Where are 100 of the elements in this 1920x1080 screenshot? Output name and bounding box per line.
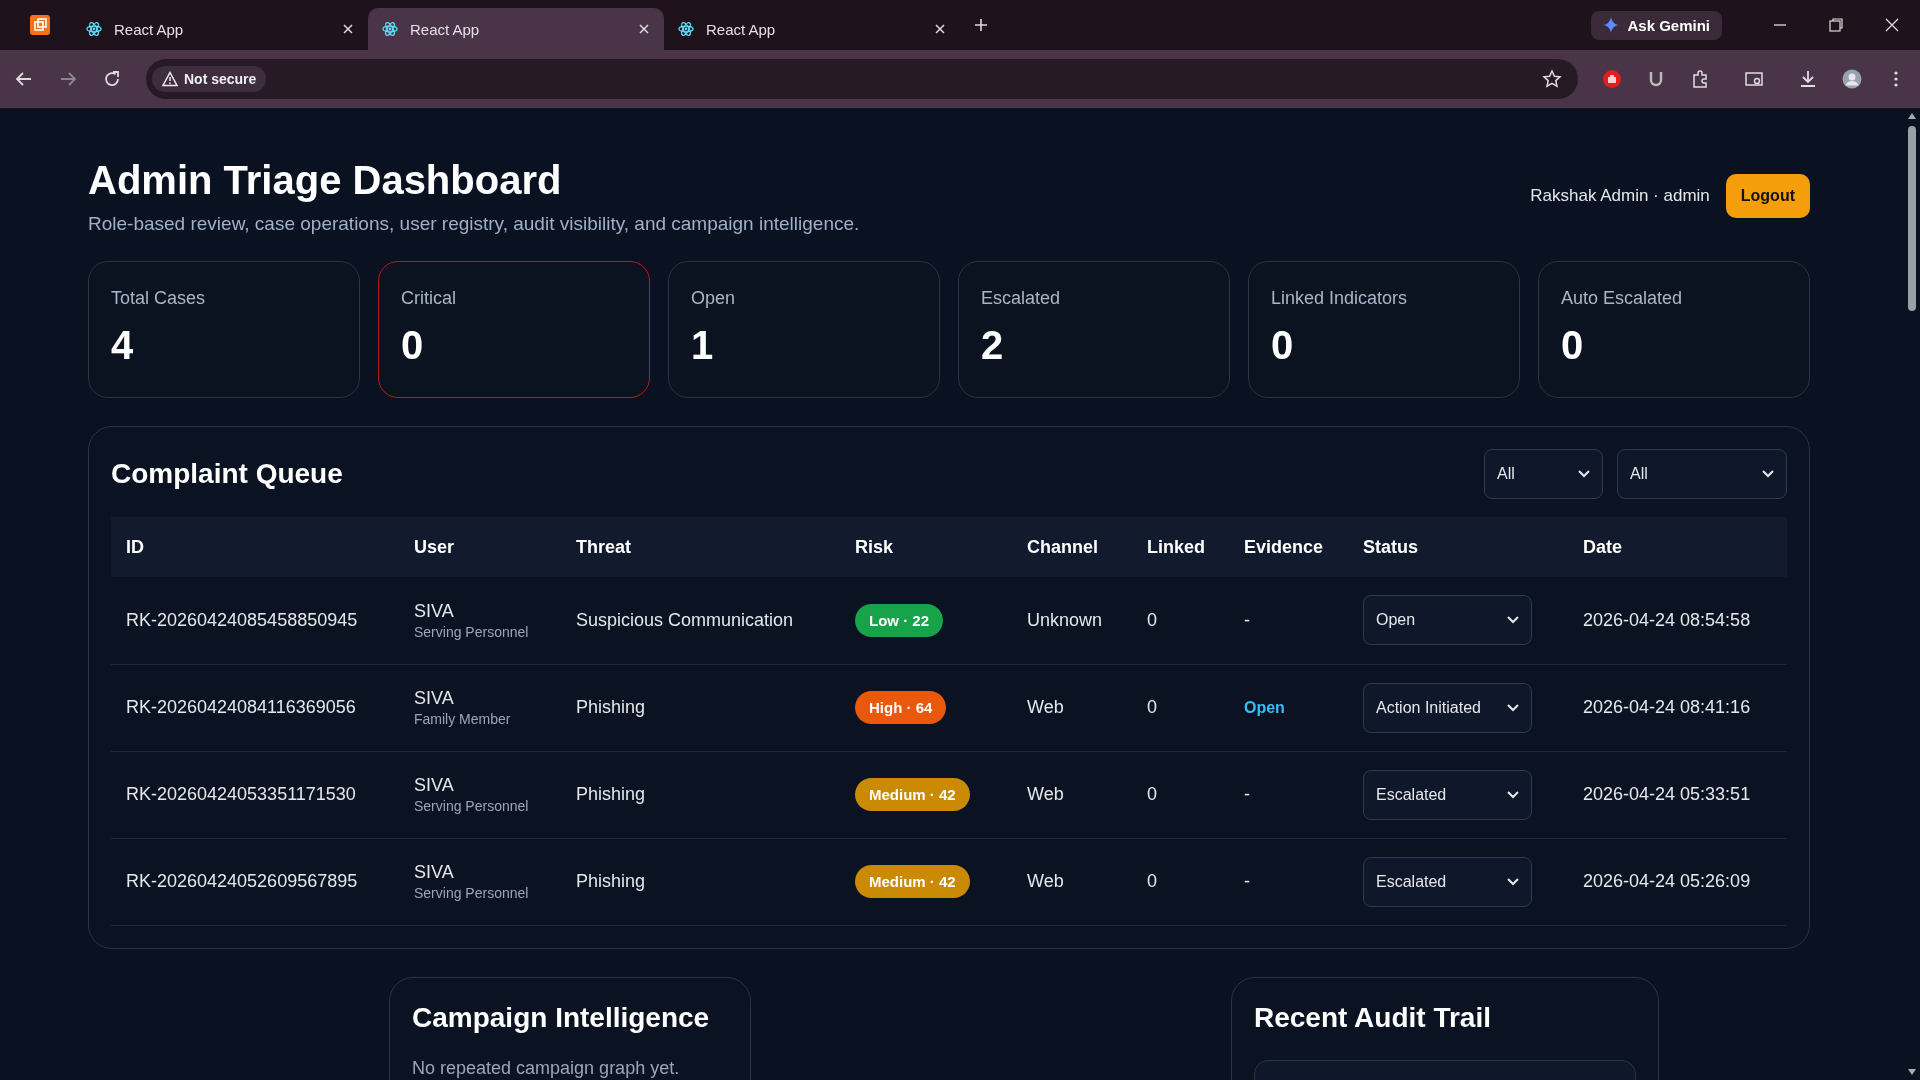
table-cell: Unknown [1012,577,1132,664]
security-chip[interactable]: Not secure [152,65,267,92]
table-cell: RK-20260424084116369056 [111,664,399,751]
evidence-text: - [1244,609,1250,630]
stat-value: 0 [401,323,425,368]
user-name: SIVA [414,688,455,709]
close-icon[interactable] [342,23,354,35]
risk-badge: High · 64 [855,691,947,724]
app-icon[interactable] [30,15,50,35]
stat-label: Auto Escalated [1561,288,1684,309]
caret-icon [1762,470,1774,478]
user-name: SIVA [414,600,455,622]
section-title: Campaign Intelligence [412,1001,711,1034]
stat-value: 4 [111,323,135,368]
column-header: User [399,517,561,577]
stat-value: 2 [981,323,1005,368]
risk-badge: Low · 22 [855,603,943,637]
table-cell: 2026-04-24 08:41:16 [1568,664,1787,751]
caret-icon [1507,877,1519,886]
evidence-link[interactable]: Open [1244,699,1285,716]
download-icon[interactable] [1798,68,1818,89]
risk-badge: Medium · 42 [855,865,970,898]
table-cell: 0 [1132,751,1229,838]
stat-value: 0 [1271,323,1295,368]
plus-icon[interactable] [974,18,988,32]
column-header: Channel [1012,517,1132,577]
risk-badge: Medium · 42 [855,778,970,811]
close-icon[interactable] [638,23,650,35]
table-cell: Web [1012,664,1132,751]
close-icon[interactable] [934,23,946,35]
status-dropdown[interactable]: Escalated [1363,769,1532,820]
browser-tab[interactable]: React App [664,8,960,50]
table-cell: RK-20260424053351171530 [111,751,399,838]
table-cell: RK-20260424052609567895 [111,838,399,925]
user-role: Serving Personnel [414,885,530,901]
react-icon [382,21,398,37]
table-cell: Phishing [561,751,840,838]
sparkle-icon [1603,17,1620,33]
stat-value: 0 [1561,323,1585,368]
scroll-down-icon[interactable] [1907,1068,1917,1076]
warning-icon [162,70,178,87]
avatar-icon[interactable] [1842,68,1862,89]
caret-icon [1507,790,1519,799]
table-cell: 0 [1132,664,1229,751]
logout-button[interactable]: Logout [1725,174,1810,218]
column-header: Threat [561,517,840,577]
react-icon [678,21,694,37]
section-title: Recent Audit Trail [1254,1001,1492,1034]
empty-message: No repeated campaign graph yet. [412,1057,681,1079]
table-cell: Phishing [561,838,840,925]
close-icon[interactable] [1885,18,1899,32]
status-dropdown[interactable]: Escalated [1363,856,1532,907]
assistant-button[interactable]: Ask Gemini [1591,10,1722,40]
evidence-text: - [1244,784,1250,804]
caret-icon [1507,616,1519,625]
page-subtitle: Role-based review, case operations, user registry, audit visibility, and campaign intelligence. [88,213,860,235]
user-role: Serving Personnel [414,623,530,640]
reload-icon[interactable] [102,68,122,89]
user-name: SIVA [414,775,455,796]
table-cell: Phishing [561,664,840,751]
column-header: Evidence [1229,517,1348,577]
table-cell: 2026-04-24 05:33:51 [1568,751,1787,838]
table-cell: 0 [1132,838,1229,925]
column-header: ID [111,517,399,577]
status-dropdown[interactable]: All [1484,449,1603,499]
user-label: Rakshak Admin · admin [1530,186,1710,206]
address-bar[interactable]: Not secure [146,58,1578,99]
table-cell: Suspicious Communication [561,577,840,664]
status-dropdown[interactable]: Open [1363,595,1532,646]
user-name: SIVA [414,862,455,883]
column-header: Risk [840,517,1012,577]
table-cell: 0 [1132,577,1229,664]
table-cell: 2026-04-24 05:26:09 [1568,838,1787,925]
stat-label: Linked Indicators [1271,288,1409,309]
scroll-up-icon[interactable] [1907,112,1917,120]
browser-tab[interactable]: React App [368,8,664,50]
table-cell: Web [1012,838,1132,925]
stat-value: 1 [691,323,715,368]
page-title: Admin Triage Dashboard [88,158,563,203]
star-icon[interactable] [1542,68,1562,89]
table-cell: Web [1012,751,1132,838]
table-cell: 2026-04-24 08:54:58 [1568,577,1787,664]
user-role: Family Member [414,711,512,727]
table-cell: RK-20260424085458850945 [111,577,399,664]
user-role: Serving Personnel [414,798,530,814]
section-title: Complaint Queue [111,458,343,490]
evidence-text: - [1244,871,1250,891]
caret-icon [1507,703,1519,712]
browser-tab[interactable]: React App [72,8,368,50]
restore-icon[interactable] [1829,18,1843,32]
stat-label: Escalated [981,288,1062,309]
stat-label: Open [691,288,737,309]
status-dropdown[interactable]: Action Initiated [1363,682,1532,733]
stat-label: Critical [401,288,457,309]
scroll-thumb[interactable] [1908,126,1916,311]
caret-icon [1578,470,1590,478]
column-header: Date [1568,517,1787,577]
column-header: Linked [1132,517,1229,577]
puzzle-icon[interactable] [1690,68,1710,89]
status-dropdown[interactable]: All [1617,449,1787,499]
